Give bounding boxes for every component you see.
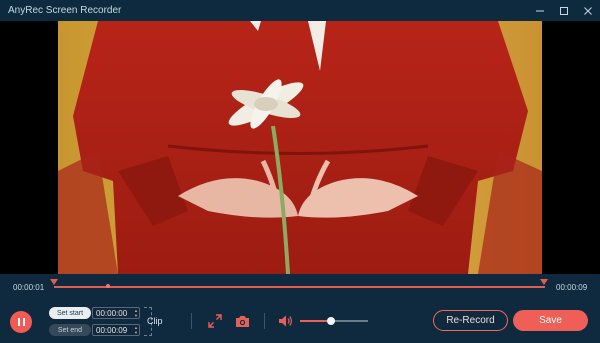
- playhead[interactable]: [106, 284, 110, 288]
- restore-icon[interactable]: [552, 0, 576, 21]
- timeline-track[interactable]: [54, 286, 545, 288]
- expand-icon[interactable]: [207, 313, 223, 329]
- rerecord-button[interactable]: Re-Record: [433, 310, 508, 331]
- timeline: 00:00:01 00:00:09: [0, 274, 600, 300]
- total-time: 00:00:09: [556, 283, 588, 292]
- pause-icon: [17, 318, 20, 326]
- camera-icon[interactable]: [234, 313, 250, 329]
- stepper-icon[interactable]: ▲ ▼: [134, 325, 138, 335]
- clip-end-marker[interactable]: [540, 279, 548, 285]
- divider: [191, 313, 192, 329]
- divider: [264, 313, 265, 329]
- volume-slider[interactable]: [300, 317, 368, 325]
- pause-button[interactable]: [10, 311, 32, 333]
- set-start-button[interactable]: Set start: [49, 307, 91, 319]
- minimize-icon[interactable]: [528, 0, 552, 21]
- clip-start-field[interactable]: 00:00:00 ▲ ▼: [92, 307, 140, 319]
- video-preview[interactable]: [58, 21, 542, 274]
- set-end-button[interactable]: Set end: [49, 324, 91, 336]
- volume-knob[interactable]: [327, 317, 335, 325]
- stepper-icon[interactable]: ▲ ▼: [134, 308, 138, 318]
- preview-area: [0, 21, 600, 274]
- control-bar: Set start Set end 00:00:00 ▲ ▼ 00:00:09 ▲…: [0, 300, 600, 343]
- video-frame-image: [58, 21, 542, 274]
- speaker-icon[interactable]: [277, 313, 293, 329]
- title-bar: AnyRec Screen Recorder: [0, 0, 600, 21]
- app-title: AnyRec Screen Recorder: [8, 5, 122, 16]
- clip-start-marker[interactable]: [50, 279, 58, 285]
- clip-end-value: 00:00:09: [96, 325, 128, 335]
- clip-end-field[interactable]: 00:00:09 ▲ ▼: [92, 324, 140, 336]
- close-icon[interactable]: [576, 0, 600, 21]
- clip-start-value: 00:00:00: [96, 308, 128, 318]
- clip-button[interactable]: Clip: [147, 316, 163, 326]
- window-controls: [528, 0, 600, 21]
- save-button[interactable]: Save: [513, 310, 588, 331]
- current-time: 00:00:01: [13, 283, 45, 292]
